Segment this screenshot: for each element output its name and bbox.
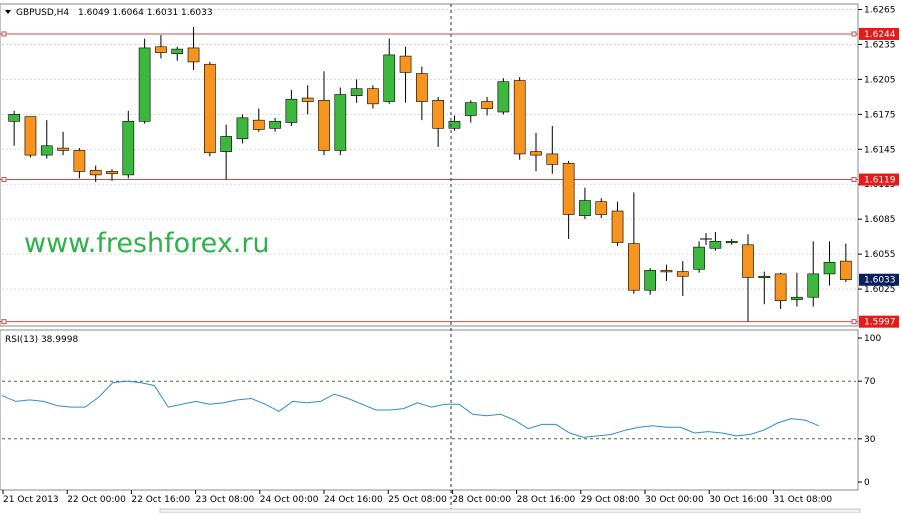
bullish-candle	[220, 136, 232, 152]
bearish-candle	[513, 80, 526, 155]
bearish-candle	[155, 46, 167, 53]
level-anchor-right	[851, 31, 857, 37]
header-symbol: GBPUSD,H4	[16, 8, 69, 18]
time-tick-label: 30 Oct 16:00	[709, 495, 768, 505]
bearish-candle	[106, 171, 118, 175]
bullish-candle	[285, 98, 298, 123]
bullish-candle	[758, 275, 771, 279]
bearish-candle	[676, 271, 689, 277]
bearish-candle	[367, 88, 379, 105]
bearish-candle	[742, 244, 754, 278]
bullish-candle	[791, 296, 803, 300]
bearish-candle	[24, 116, 37, 156]
bullish-candle	[807, 273, 820, 298]
bullish-candle	[709, 240, 722, 249]
bearish-candle	[89, 169, 102, 176]
bullish-candle	[823, 261, 836, 275]
bearish-candle	[57, 147, 69, 151]
bullish-candle	[138, 47, 151, 122]
level-anchor-right	[851, 319, 857, 325]
price-tick-label: 1.6085	[864, 215, 896, 225]
bullish-candle	[464, 102, 477, 116]
bearish-candle	[432, 100, 444, 129]
level-price-tag-label: 1.6244	[864, 30, 896, 40]
rsi-tick-label: 30	[864, 435, 876, 445]
time-tick-label: 28 Oct 00:00	[452, 495, 511, 505]
bearish-candle	[73, 150, 86, 172]
bullish-candle	[8, 114, 20, 122]
price-tick-label: 1.6025	[864, 285, 896, 295]
bearish-candle	[840, 260, 852, 281]
rsi-panel	[0, 329, 859, 491]
time-tick-label: 30 Oct 00:00	[645, 495, 704, 505]
time-tick-label: 24 Oct 16:00	[324, 495, 383, 505]
price-tick-label: 1.6145	[864, 145, 896, 155]
bullish-candle	[693, 246, 705, 270]
bearish-candle	[481, 101, 493, 109]
time-tick-label: 22 Oct 00:00	[67, 495, 126, 505]
time-tick-label: 25 Oct 08:00	[388, 495, 447, 505]
level-anchor-left	[1, 319, 7, 325]
level-anchor-left	[1, 31, 7, 37]
time-tick-label: 31 Oct 08:00	[773, 495, 832, 505]
bearish-candle	[187, 47, 200, 63]
bullish-candle	[269, 121, 281, 129]
bullish-candle	[40, 145, 53, 156]
bullish-candle	[725, 240, 738, 244]
level-price-tag-label: 1.6119	[864, 176, 896, 186]
rsi-tick-label: 70	[864, 377, 876, 387]
price-tick-label: 1.6175	[864, 110, 896, 120]
bearish-candle	[416, 73, 428, 102]
bullish-candle	[122, 121, 135, 176]
bullish-candle	[171, 48, 184, 55]
level-anchor-left	[1, 177, 7, 183]
rsi-tick-label: 0	[864, 478, 870, 488]
level-anchor-right	[851, 177, 857, 183]
time-tick-label: 24 Oct 00:00	[260, 495, 319, 505]
bullish-candle	[383, 54, 396, 102]
bearish-candle	[595, 201, 608, 215]
rsi-axis: 100 70 30 0	[858, 334, 881, 488]
bearish-candle	[611, 210, 624, 243]
time-tick-label: 28 Oct 16:00	[517, 495, 576, 505]
bearish-candle	[318, 100, 330, 151]
price-tick-label: 1.6265	[864, 5, 896, 15]
chart-canvas: GBPUSD,H4 1.6049 1.6064 1.6031 1.6033 RS…	[0, 3, 899, 513]
level-price-tag-label: 1.5997	[864, 318, 896, 328]
bearish-candle	[546, 153, 559, 165]
rsi-header: RSI(13) 38.9998	[5, 335, 78, 345]
current-price-tag-label: 1.6033	[864, 276, 896, 286]
price-axis: 1.62651.62351.62051.61751.61451.61151.60…	[858, 5, 896, 295]
time-tick-label: 29 Oct 08:00	[581, 495, 640, 505]
bullish-candle	[350, 88, 363, 96]
time-axis: 21 Oct 2013 22 Oct 00:00 22 Oct 16:00 23 Oc…	[2, 490, 832, 505]
bearish-candle	[562, 162, 575, 215]
bearish-candle	[204, 63, 216, 154]
bullish-candle	[334, 94, 347, 151]
bearish-candle	[660, 270, 673, 273]
header-ohlc: 1.6049 1.6064 1.6031 1.6033	[78, 8, 213, 18]
bullish-candle	[236, 117, 249, 140]
bullish-candle	[644, 270, 656, 291]
price-tick-label: 1.6205	[864, 75, 896, 85]
watermark-url: www.freshforex.ru	[24, 228, 270, 259]
time-tick-label: 23 Oct 08:00	[196, 495, 255, 505]
bearish-candle	[252, 119, 265, 130]
bullish-candle	[579, 200, 591, 216]
price-tags: 1.6244 1.6119 1.5997 1.6033	[859, 27, 899, 328]
bearish-candle	[530, 151, 542, 156]
time-tick-label: 22 Oct 16:00	[131, 495, 190, 505]
bullish-candle	[497, 81, 510, 113]
bearish-candle	[301, 97, 314, 102]
bearish-candle	[399, 55, 412, 73]
bearish-candle	[628, 243, 640, 291]
price-tick-label: 1.6055	[864, 250, 896, 260]
horizontal-scrollbar[interactable]	[159, 508, 861, 513]
time-tick-label: 21 Oct 2013	[3, 495, 59, 505]
price-tick-label: 1.6235	[864, 40, 896, 50]
bearish-candle	[774, 273, 787, 302]
rsi-tick-label: 100	[864, 334, 881, 344]
